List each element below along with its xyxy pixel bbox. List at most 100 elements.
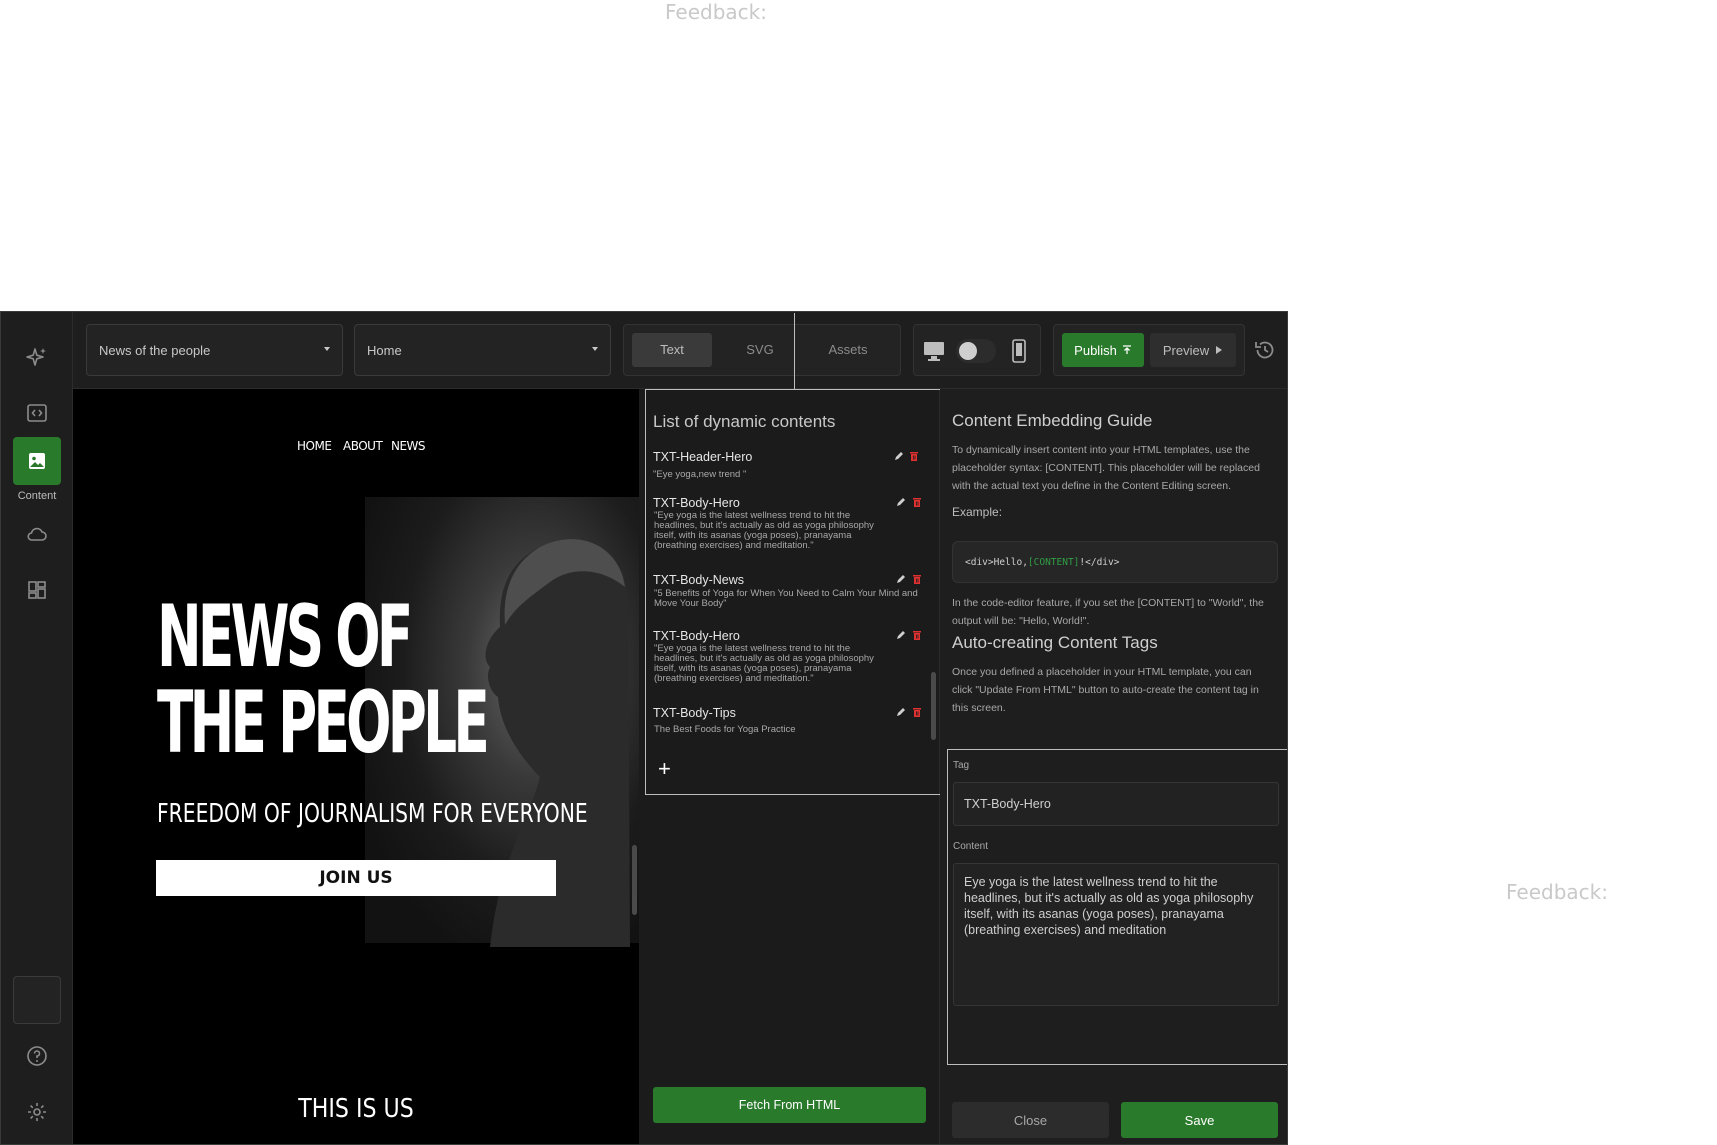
ai-sparkle-button[interactable] <box>13 334 61 382</box>
hero-title-line2: THE PEOPLE <box>157 673 490 773</box>
item-text: "Eye yoga is the latest wellness trend t… <box>654 643 874 684</box>
preview-label: Preview <box>1162 342 1210 358</box>
components-button[interactable] <box>13 566 61 614</box>
list-scrollbar[interactable] <box>931 672 936 740</box>
content-editor-panel: Content Embedding Guide To dynamically i… <box>940 389 1287 1144</box>
feedback-label: Feedback: <box>1506 880 1608 904</box>
site-select[interactable]: News of the people <box>86 324 343 376</box>
auto-tags-title: Auto-creating Content Tags <box>952 633 1158 652</box>
preview-button[interactable]: Preview <box>1150 333 1236 367</box>
publish-group: Publish Preview <box>1053 324 1245 376</box>
desktop-icon[interactable] <box>922 340 946 362</box>
code-icon <box>27 404 47 422</box>
tab-svg[interactable]: SVG <box>720 333 800 367</box>
feedback-label: Feedback: <box>665 0 767 24</box>
nav-about-link[interactable]: ABOUT <box>343 439 383 453</box>
guide-intro: To dynamically insert content into your … <box>952 444 1260 492</box>
chevron-down-icon <box>592 347 598 351</box>
example-label: Example: <box>952 505 1003 519</box>
site-select-value: News of the people <box>99 342 211 358</box>
tab-divider <box>794 313 795 389</box>
code-example: <div>Hello, [CONTENT] !</div> <box>952 541 1278 583</box>
settings-button[interactable] <box>13 1088 61 1136</box>
mobile-icon[interactable] <box>1010 339 1028 363</box>
content-type-tabs: Text SVG Assets <box>623 313 901 389</box>
trash-icon[interactable] <box>912 707 922 717</box>
nav-news-link[interactable]: NEWS <box>391 439 426 453</box>
publish-label: Publish <box>1074 342 1117 358</box>
section-title: THIS IS US <box>298 1094 414 1124</box>
gear-icon <box>28 1103 46 1121</box>
dynamic-contents-list: List of dynamic contents TXT-Header-Hero… <box>645 389 947 795</box>
hero-title: NEWS OF THE PEOPLE <box>157 594 579 766</box>
trash-icon[interactable] <box>912 497 922 507</box>
tag-label: Tag <box>953 760 970 771</box>
nav-home-link[interactable]: HOME <box>297 439 332 453</box>
code-tag: [CONTENT] <box>1027 556 1080 568</box>
dashboard-icon <box>28 581 46 599</box>
dynamic-contents-panel: List of dynamic contents TXT-Header-Hero… <box>639 389 947 1144</box>
image-icon <box>29 453 45 469</box>
content-label: Content <box>17 490 57 502</box>
device-toggle[interactable] <box>956 339 996 363</box>
page-preview[interactable]: HOME ABOUT NEWS NEWS OF THE PEOPLE FREED… <box>73 389 639 1144</box>
device-toggle-group <box>913 324 1041 376</box>
toggle-knob <box>959 342 977 360</box>
tag-field[interactable]: TXT-Body-Hero <box>953 782 1279 826</box>
left-rail: Content <box>1 312 73 1144</box>
pencil-icon[interactable] <box>896 574 906 584</box>
pencil-icon[interactable] <box>896 497 906 507</box>
page-select[interactable]: Home <box>354 324 611 376</box>
cloud-icon <box>27 527 47 541</box>
pencil-icon[interactable] <box>896 630 906 640</box>
example-note: In the code-editor feature, if you set t… <box>952 597 1264 627</box>
content-button[interactable] <box>13 437 61 485</box>
canvas-scrollbar[interactable] <box>632 845 637 915</box>
upload-icon <box>1122 345 1131 354</box>
tab-text[interactable]: Text <box>632 333 712 367</box>
page-select-value: Home <box>367 342 402 358</box>
item-text: "5 Benefits of Yoga for When You Need to… <box>654 588 918 609</box>
save-button[interactable]: Save <box>1121 1102 1278 1138</box>
content-label: Content <box>953 841 989 852</box>
code-editor-button[interactable] <box>13 389 61 437</box>
publish-button[interactable]: Publish <box>1062 333 1144 367</box>
tab-assets[interactable]: Assets <box>804 333 892 367</box>
item-text: "Eye yoga is the latest wellness trend t… <box>654 510 874 551</box>
close-button[interactable]: Close <box>952 1102 1109 1138</box>
trash-icon[interactable] <box>912 574 922 584</box>
editor-app: Content News of the people Home Text SVG <box>0 311 1288 1145</box>
guide-title: Content Embedding Guide <box>952 411 1153 430</box>
help-icon <box>27 1046 47 1066</box>
item-name: TXT-Body-News <box>653 573 744 587</box>
sparkle-icon <box>26 348 46 366</box>
top-toolbar: News of the people Home Text SVG Assets … <box>73 312 1287 389</box>
cloud-button[interactable] <box>13 510 61 558</box>
item-text: The Best Foods for Yoga Practice <box>654 724 796 735</box>
trash-icon[interactable] <box>909 451 919 461</box>
chevron-down-icon <box>324 347 330 351</box>
trash-icon[interactable] <box>912 630 922 640</box>
item-name: TXT-Body-Tips <box>653 706 736 720</box>
item-name: TXT-Header-Hero <box>653 450 753 464</box>
code-before: <div>Hello, <box>965 556 1028 568</box>
dynamic-list-title: List of dynamic contents <box>653 412 836 431</box>
content-textarea[interactable]: Eye yoga is the latest wellness trend to… <box>953 863 1279 1006</box>
pencil-icon[interactable] <box>894 451 904 461</box>
auto-tags-text: Once you defined a placeholder in your H… <box>952 666 1259 714</box>
code-after: !</div> <box>1079 556 1120 568</box>
item-name: TXT-Body-Hero <box>653 629 740 643</box>
hero-title-line1: NEWS OF <box>157 587 413 687</box>
history-icon[interactable] <box>1253 338 1277 362</box>
hero-subtitle: FREEDOM OF JOURNALISM FOR EVERYONE <box>157 799 588 829</box>
pencil-icon[interactable] <box>896 707 906 717</box>
join-us-button[interactable]: JOIN US <box>156 860 556 896</box>
item-name: TXT-Body-Hero <box>653 496 740 510</box>
user-avatar-slot[interactable] <box>13 976 61 1024</box>
help-button[interactable] <box>13 1032 61 1080</box>
play-icon <box>1216 346 1223 354</box>
fetch-from-html-button[interactable]: Fetch From HTML <box>653 1087 926 1123</box>
add-content-button[interactable]: + <box>658 758 671 780</box>
content-tag-form: Tag TXT-Body-Hero Content Eye yoga is th… <box>947 749 1287 1065</box>
item-text: "Eye yoga,new trend " <box>653 469 747 480</box>
